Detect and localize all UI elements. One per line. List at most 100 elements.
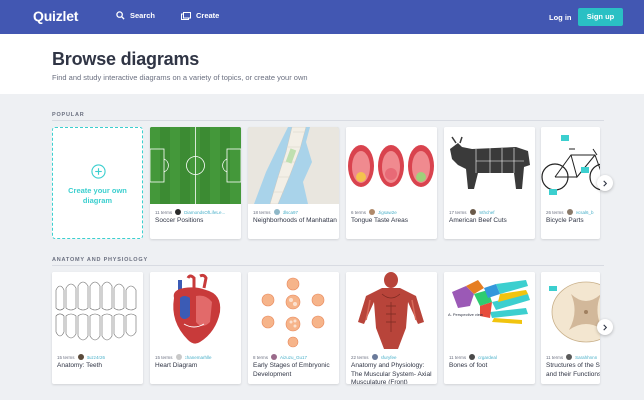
avatar (271, 354, 278, 360)
diagram-card[interactable]: 15 terms chanemarhlle Heart Diagram (150, 272, 241, 384)
signup-button[interactable]: Sign up (578, 8, 623, 26)
create-set-icon (181, 11, 191, 20)
card-meta: 6 terms Jigsaw2e (351, 208, 436, 216)
card-meta: 15 terms ttuzz4r26 (57, 353, 142, 361)
term-count: 11 terms (155, 209, 173, 215)
foot-bones-thumbnail: A. Perspective view (444, 272, 535, 349)
card-meta: 8 terms Aizuzu_Gu17 (253, 353, 338, 361)
card-meta: 18 terms dlsca97 (253, 208, 338, 216)
card-title: Structures of the Spinal Cord and their … (546, 362, 600, 378)
author-username[interactable]: ttuzz4r26 (87, 355, 106, 360)
search-icon (116, 11, 125, 20)
quizlet-logo[interactable]: Quizlet (33, 8, 78, 24)
avatar (566, 209, 573, 215)
diagram-card[interactable]: 18 terms dlsca97 Neighborhoods of Manhat… (248, 127, 339, 239)
diagram-card[interactable]: 22 terms sfuryfee Anatomy and Physiology… (346, 272, 437, 384)
card-meta: 22 terms sfuryfee (351, 353, 436, 361)
section-label-popular: POPULAR (52, 112, 85, 118)
diagram-card[interactable]: A. Perspective view 11 terms crgardeal B… (444, 272, 535, 384)
term-count: 8 terms (253, 354, 269, 360)
create-diagram-card[interactable]: Create your own diagram (52, 127, 143, 239)
card-title: Bicycle Parts (546, 217, 584, 224)
heart-thumbnail (150, 272, 241, 349)
chevron-right-icon (603, 179, 608, 187)
author-username[interactable]: Jigsaw2e (378, 210, 397, 215)
section-label-anatomy: ANATOMY AND PHYSIOLOGY (52, 257, 148, 263)
term-count: 22 terms (351, 354, 369, 360)
diagram-card[interactable]: 11 terms Sarahhnnn Structures of the Spi… (541, 272, 600, 384)
author-username[interactable]: dlsca97 (283, 210, 299, 215)
avatar (273, 209, 280, 215)
card-meta: 15 terms chanemarhlle (155, 353, 240, 361)
section-divider (52, 265, 604, 266)
avatar (175, 209, 182, 215)
page-subtitle: Find and study interactive diagrams on a… (52, 73, 308, 82)
author-username[interactable]: mthchef (479, 210, 495, 215)
term-count: 18 terms (253, 209, 271, 215)
add-circle-icon (91, 164, 106, 179)
page-title: Browse diagrams (52, 49, 200, 69)
avatar (77, 354, 84, 360)
author-username[interactable]: chanemarhlle (185, 355, 212, 360)
card-meta: 17 terms mthchef (449, 208, 534, 216)
page-header: Browse diagrams Find and study interacti… (0, 34, 644, 94)
diagram-card[interactable]: 26 terms ecsal6_b Bicycle Parts (541, 127, 600, 239)
muscular-system-thumbnail (346, 272, 437, 349)
term-count: 11 terms (449, 354, 467, 360)
diagram-card[interactable]: 11 terms DiamondsOfLifeLe... Soccer Posi… (150, 127, 241, 239)
chevron-right-icon (603, 323, 608, 331)
card-title: Heart Diagram (155, 362, 198, 369)
diagram-card[interactable]: 17 terms mthchef American Beef Cuts (444, 127, 535, 239)
term-count: 15 terms (155, 354, 173, 360)
card-title: Anatomy and Physiology: The Muscular Sys… (351, 362, 432, 384)
manhattan-map-thumbnail (248, 127, 339, 204)
card-title: Early Stages of Embryonic Development (253, 362, 330, 378)
login-link[interactable]: Log in (549, 13, 572, 22)
soccer-field-thumbnail (150, 127, 241, 204)
card-meta: 11 terms crgardeal (449, 353, 534, 361)
card-title: Anatomy: Teeth (57, 362, 103, 369)
card-title: American Beef Cuts (449, 217, 507, 224)
author-username[interactable]: Aizuzu_Gu17 (280, 355, 307, 360)
avatar (175, 354, 182, 360)
avatar (469, 209, 476, 215)
author-username[interactable]: DiamondsOfLifeLe... (184, 210, 225, 215)
card-title: Soccer Positions (155, 217, 204, 224)
card-title: Tongue Taste Areas (351, 217, 408, 224)
carousel-next-button[interactable] (597, 175, 613, 191)
card-meta: 26 terms ecsal6_b (546, 208, 600, 216)
search-nav-label: Search (130, 11, 156, 20)
avatar (469, 354, 476, 360)
spinal-cord-thumbnail (541, 272, 600, 349)
diagram-card[interactable]: 15 terms ttuzz4r26 Anatomy: Teeth (52, 272, 143, 384)
term-count: 26 terms (546, 209, 564, 215)
foot-caption: A. Perspective view (448, 312, 483, 317)
avatar (371, 354, 378, 360)
embryonic-stages-thumbnail (248, 272, 339, 349)
card-title: Bones of foot (449, 362, 488, 369)
tongue-thumbnail (346, 127, 437, 204)
create-nav-button[interactable]: Create (181, 11, 219, 20)
avatar (566, 354, 573, 360)
author-username[interactable]: sfuryfee (381, 355, 397, 360)
diagram-card[interactable]: 8 terms Aizuzu_Gu17 Early Stages of Embr… (248, 272, 339, 384)
avatar (369, 209, 376, 215)
term-count: 15 terms (57, 354, 75, 360)
bicycle-thumbnail (541, 127, 600, 204)
create-nav-label: Create (196, 11, 220, 20)
card-title: Neighborhoods of Manhattan (253, 217, 337, 224)
author-username[interactable]: Sarahhnnn (575, 355, 597, 360)
author-username[interactable]: crgardeal (478, 355, 497, 360)
top-nav-bar: Quizlet Search Create Log in Sign up (0, 0, 644, 34)
search-nav-button[interactable]: Search (116, 11, 155, 20)
carousel-next-button[interactable] (597, 319, 613, 335)
card-meta: 11 terms DiamondsOfLifeLe... (155, 208, 240, 216)
section-divider (52, 120, 604, 121)
create-diagram-label: Create your own diagram (68, 186, 127, 205)
term-count: 11 terms (546, 354, 564, 360)
term-count: 6 terms (351, 209, 367, 215)
beef-cuts-thumbnail (444, 127, 535, 204)
diagram-card[interactable]: 6 terms Jigsaw2e Tongue Taste Areas (346, 127, 437, 239)
author-username[interactable]: ecsal6_b (576, 210, 594, 215)
term-count: 17 terms (449, 209, 467, 215)
